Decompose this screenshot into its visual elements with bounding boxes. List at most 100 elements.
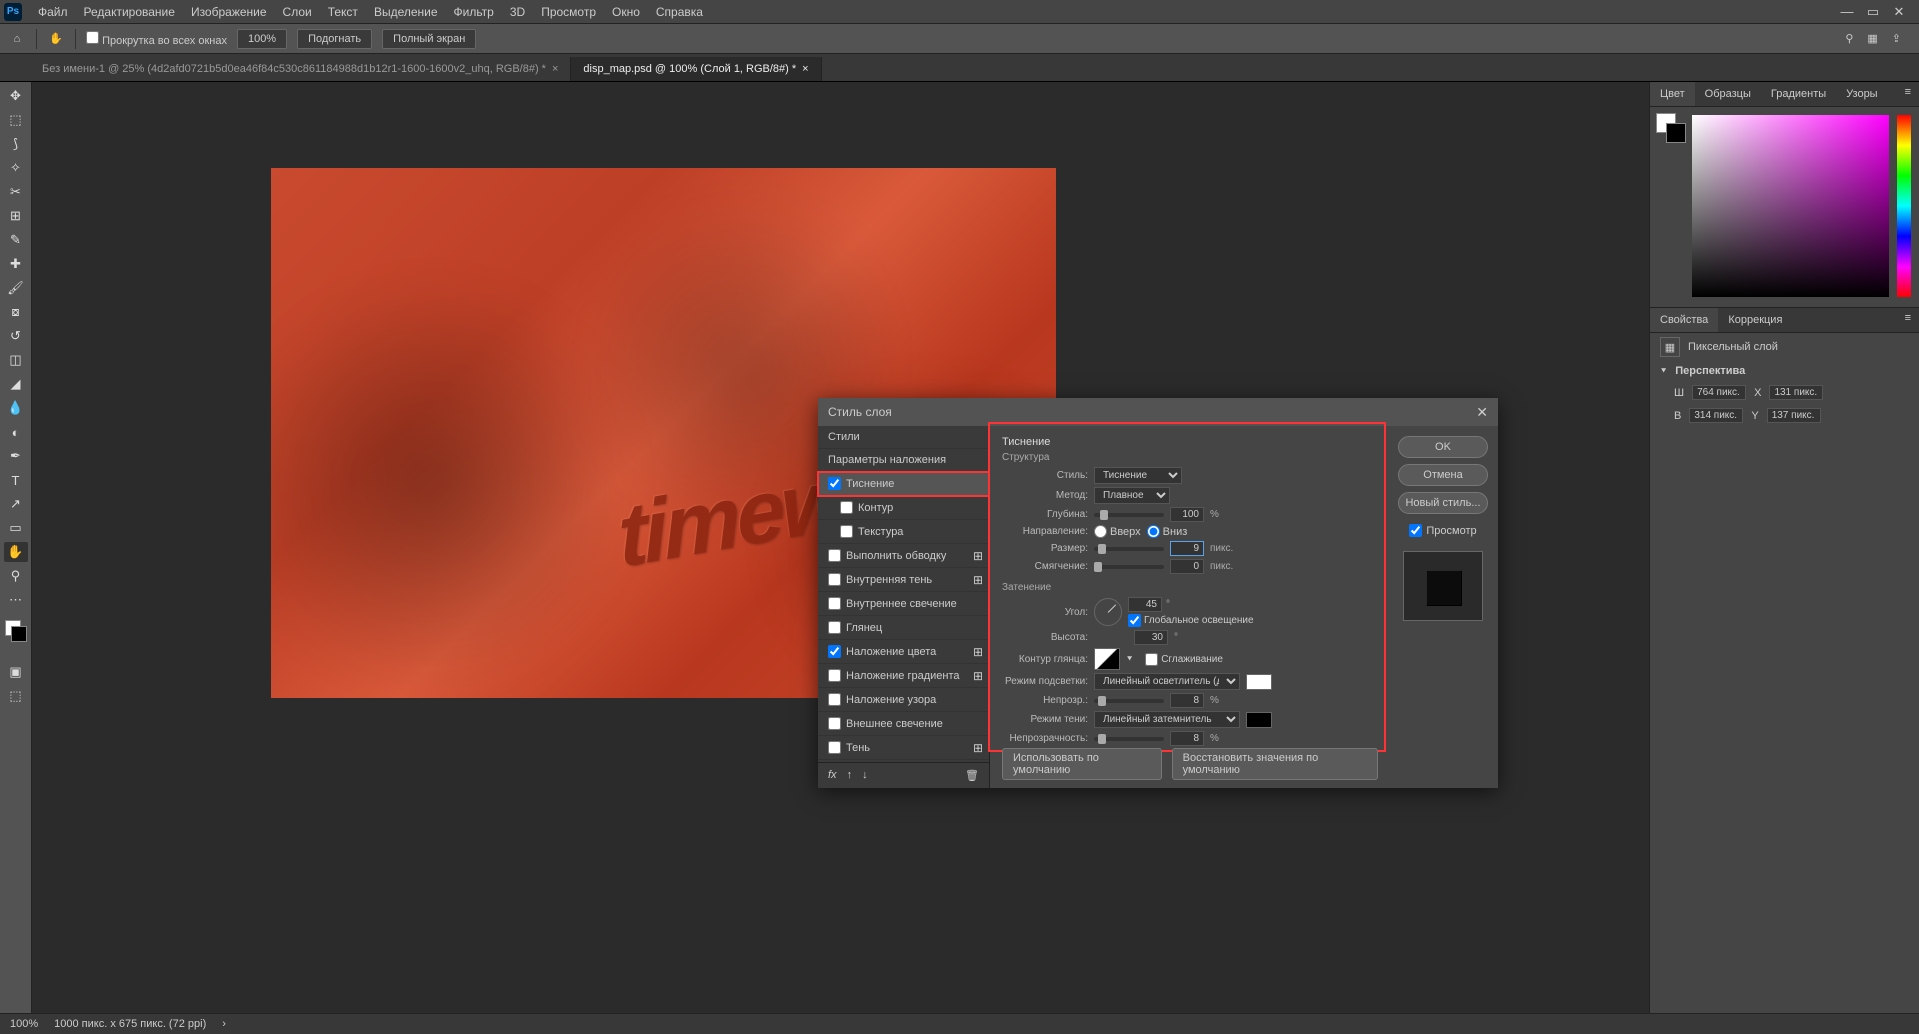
menu-filter[interactable]: Фильтр (446, 5, 502, 19)
plus-icon[interactable]: ⊞ (973, 645, 983, 659)
more-tools[interactable]: ⋯ (4, 590, 28, 610)
zoom-tool[interactable]: ⚲ (4, 566, 28, 586)
hue-strip[interactable] (1897, 115, 1911, 297)
menu-layers[interactable]: Слои (275, 5, 320, 19)
brush-tool[interactable]: 🖌 (4, 278, 28, 298)
chevron-down-icon[interactable]: ⯆ (1660, 366, 1667, 377)
plus-icon[interactable]: ⊞ (973, 573, 983, 587)
document-tab-2[interactable]: disp_map.psd @ 100% (Слой 1, RGB/8#) *× (571, 57, 821, 81)
marquee-tool[interactable]: ⬚ (4, 110, 28, 130)
contour-item[interactable]: Контур (818, 496, 989, 520)
arrow-down-icon[interactable]: ↓ (862, 769, 868, 782)
style-select[interactable]: Тиснение (1094, 467, 1182, 484)
menu-help[interactable]: Справка (648, 5, 711, 19)
blur-tool[interactable]: 💧 (4, 398, 28, 418)
depth-input[interactable] (1170, 507, 1204, 522)
gloss-contour[interactable] (1094, 648, 1120, 670)
dialog-header[interactable]: Стиль слоя ✕ (818, 398, 1498, 426)
stamp-tool[interactable]: ⧇ (4, 302, 28, 322)
y-input[interactable] (1767, 408, 1821, 423)
menu-text[interactable]: Текст (320, 5, 366, 19)
eyedropper-tool[interactable]: ✎ (4, 230, 28, 250)
menu-select[interactable]: Выделение (366, 5, 446, 19)
color-overlay-item[interactable]: Наложение цвета⊞ (818, 640, 989, 664)
drop-shadow-item[interactable]: Тень⊞ (818, 736, 989, 760)
trash-icon[interactable]: 🗑 (965, 769, 979, 782)
inner-shadow-item[interactable]: Внутренняя тень⊞ (818, 568, 989, 592)
close-icon[interactable]: × (802, 63, 808, 75)
texture-item[interactable]: Текстура (818, 520, 989, 544)
pattern-overlay-item[interactable]: Наложение узора (818, 688, 989, 712)
direction-up-radio[interactable]: Вверх (1094, 525, 1141, 538)
close-button[interactable]: ✕ (1893, 6, 1905, 18)
make-default-button[interactable]: Использовать по умолчанию (1002, 748, 1162, 780)
bevel-emboss-item[interactable]: Тиснение (818, 472, 989, 496)
type-tool[interactable]: T (4, 470, 28, 490)
menu-3d[interactable]: 3D (502, 5, 533, 19)
reset-default-button[interactable]: Восстановить значения по умолчанию (1172, 748, 1378, 780)
history-brush-tool[interactable]: ↺ (4, 326, 28, 346)
soften-slider[interactable] (1094, 565, 1164, 569)
panel-menu-icon[interactable]: ≡ (1897, 82, 1919, 106)
highlight-mode-select[interactable]: Линейный осветлитель (добавить) (1094, 673, 1240, 690)
menu-file[interactable]: Файл (30, 5, 76, 19)
stroke-item[interactable]: Выполнить обводку⊞ (818, 544, 989, 568)
satin-item[interactable]: Глянец (818, 616, 989, 640)
height-input[interactable] (1689, 408, 1743, 423)
styles-item[interactable]: Стили (818, 426, 989, 449)
fx-icon[interactable]: fx (828, 769, 837, 782)
panel-menu-icon[interactable]: ≡ (1897, 308, 1919, 332)
status-dimensions[interactable]: 1000 пикс. x 675 пикс. (72 ppi) (54, 1018, 206, 1030)
angle-input[interactable] (1128, 597, 1162, 612)
outer-glow-item[interactable]: Внешнее свечение (818, 712, 989, 736)
close-icon[interactable]: ✕ (1476, 404, 1488, 421)
depth-slider[interactable] (1094, 513, 1164, 517)
ok-button[interactable]: OK (1398, 436, 1488, 458)
frame-tool[interactable]: ⊞ (4, 206, 28, 226)
color-swatches[interactable] (5, 620, 27, 642)
altitude-input[interactable] (1134, 630, 1168, 645)
size-slider[interactable] (1094, 547, 1164, 551)
gradient-overlay-item[interactable]: Наложение градиента⊞ (818, 664, 989, 688)
close-icon[interactable]: × (552, 63, 558, 75)
size-input[interactable] (1170, 541, 1204, 556)
antialias-checkbox[interactable]: Сглаживание (1145, 653, 1223, 666)
workspace-icon[interactable]: ▦ (1867, 32, 1877, 45)
x-input[interactable] (1769, 385, 1823, 400)
hand-tool-icon[interactable]: ✋ (47, 32, 65, 45)
soften-input[interactable] (1170, 559, 1204, 574)
menu-image[interactable]: Изображение (183, 5, 275, 19)
cancel-button[interactable]: Отмена (1398, 464, 1488, 486)
dodge-tool[interactable]: ◐ (4, 422, 28, 442)
direction-down-radio[interactable]: Вниз (1147, 525, 1188, 538)
technique-select[interactable]: Плавное (1094, 487, 1170, 504)
shadow-opacity-input[interactable] (1170, 731, 1204, 746)
global-light-checkbox[interactable]: Глобальное освещение (1128, 614, 1254, 627)
blend-options-item[interactable]: Параметры наложения (818, 449, 989, 472)
gradient-tool[interactable]: ◢ (4, 374, 28, 394)
arrow-up-icon[interactable]: ↑ (847, 769, 853, 782)
crop-tool[interactable]: ✂ (4, 182, 28, 202)
tab-adjustments[interactable]: Коррекция (1718, 308, 1792, 332)
angle-dial[interactable] (1094, 598, 1122, 626)
highlight-color[interactable] (1246, 674, 1272, 690)
fit-button[interactable]: Подогнать (297, 29, 372, 49)
shadow-color[interactable] (1246, 712, 1272, 728)
home-icon[interactable]: ⌂ (8, 33, 26, 45)
shadow-mode-select[interactable]: Линейный затемнитель (1094, 711, 1240, 728)
move-tool[interactable]: ✥ (4, 86, 28, 106)
screenmode-toggle[interactable]: ⬚ (4, 686, 28, 706)
plus-icon[interactable]: ⊞ (973, 669, 983, 683)
tab-gradients[interactable]: Градиенты (1761, 82, 1836, 106)
search-icon[interactable]: ⚲ (1845, 32, 1853, 45)
tab-patterns[interactable]: Узоры (1836, 82, 1887, 106)
heal-tool[interactable]: ✚ (4, 254, 28, 274)
inner-glow-item[interactable]: Внутреннее свечение (818, 592, 989, 616)
shadow-opacity-slider[interactable] (1094, 737, 1164, 741)
tab-swatches[interactable]: Образцы (1695, 82, 1761, 106)
document-tab-1[interactable]: Без имени-1 @ 25% (4d2afd0721b5d0ea46f84… (30, 57, 571, 81)
minimize-button[interactable]: — (1841, 6, 1853, 18)
shape-tool[interactable]: ▭ (4, 518, 28, 538)
lasso-tool[interactable]: ⟆ (4, 134, 28, 154)
quickmask-toggle[interactable]: ▣ (4, 662, 28, 682)
